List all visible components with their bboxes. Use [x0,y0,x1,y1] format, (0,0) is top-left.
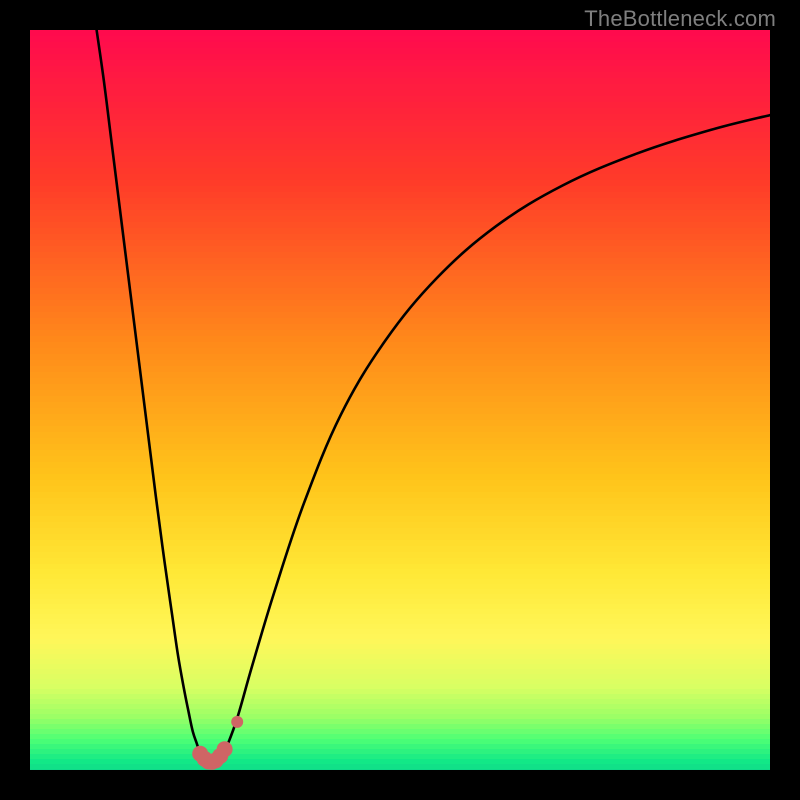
plot-area [30,30,770,770]
watermark: TheBottleneck.com [584,6,776,32]
line-left-branch [97,30,201,755]
watermark-text: TheBottleneck.com [584,6,776,31]
marker-group [192,716,243,770]
marker-point [231,716,243,728]
curves-layer [30,30,770,770]
chart-frame: TheBottleneck.com [0,0,800,800]
marker-point [217,741,233,757]
line-right-branch [226,115,770,748]
